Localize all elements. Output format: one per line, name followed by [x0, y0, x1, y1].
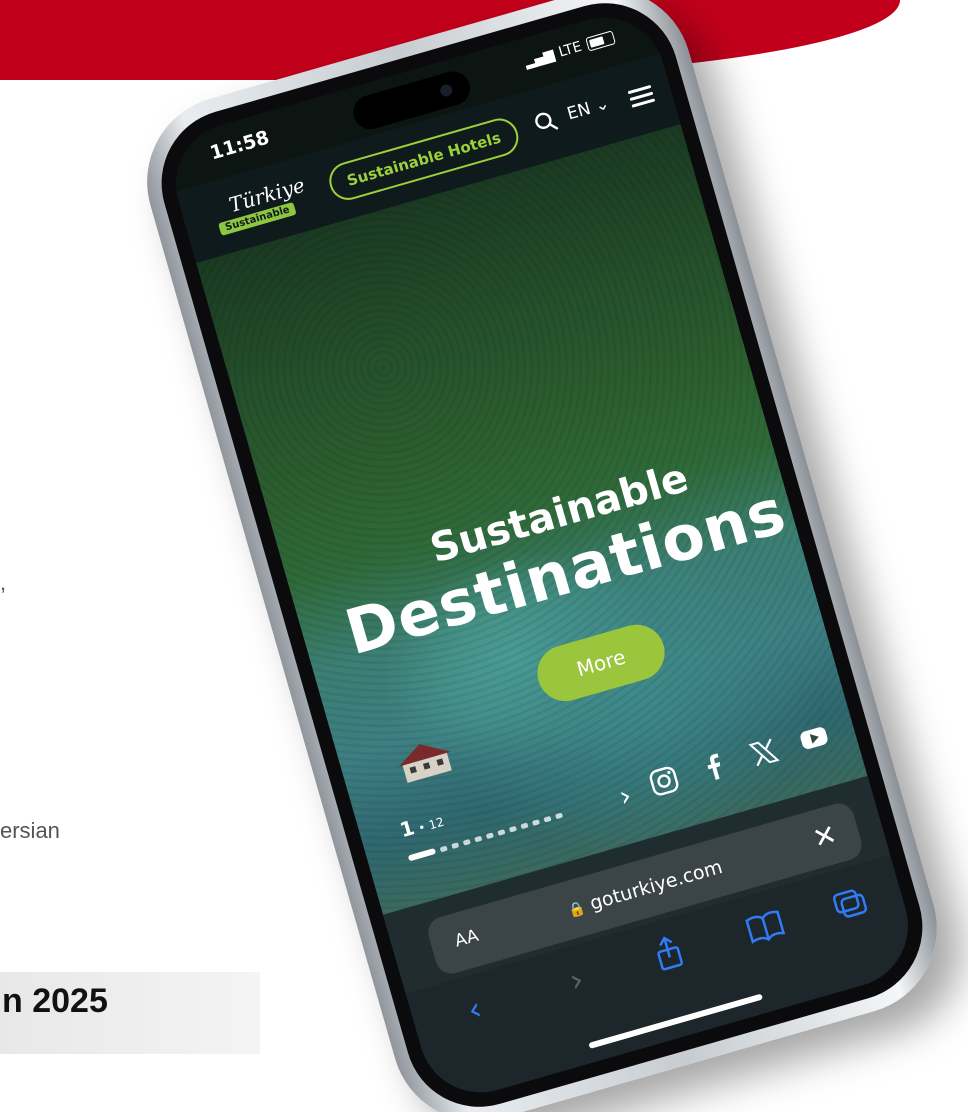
progress-dot[interactable]	[554, 812, 563, 819]
progress-dot[interactable]	[508, 825, 517, 833]
pager-total: • 12	[416, 814, 446, 836]
camera-dot	[438, 82, 454, 98]
progress-dot[interactable]	[543, 815, 552, 823]
x-icon[interactable]	[745, 734, 782, 771]
side-text-fragment-comma: ,	[0, 570, 7, 595]
language-selector[interactable]: EN ⌄	[565, 93, 612, 124]
progress-dot[interactable]	[485, 831, 494, 839]
progress-dot[interactable]	[520, 821, 529, 829]
battery-icon	[585, 30, 616, 52]
progress-dot[interactable]	[497, 828, 506, 836]
side-text-fragment-persian: ersian	[0, 818, 60, 843]
lock-icon: 🔒	[566, 900, 588, 921]
carousel-pager: 1• 12	[397, 807, 446, 843]
progress-dot[interactable]	[531, 818, 540, 826]
forward-icon[interactable]: ›	[552, 955, 601, 1004]
hamburger-menu-icon[interactable]	[627, 83, 656, 109]
more-button[interactable]: More	[530, 618, 672, 708]
back-icon[interactable]: ‹	[450, 984, 499, 1033]
bookmarks-icon[interactable]	[740, 901, 789, 950]
progress-dot[interactable]	[462, 838, 471, 846]
signal-icon: ▂▄▆	[522, 46, 556, 71]
progress-dot[interactable]	[474, 835, 483, 842]
pager-current: 1	[397, 815, 418, 843]
lakeside-house-image	[398, 744, 452, 783]
youtube-icon[interactable]	[795, 720, 832, 757]
url-text: goturkiye.com	[587, 855, 725, 915]
tabs-icon[interactable]	[825, 877, 874, 926]
share-icon[interactable]	[644, 929, 693, 978]
instagram-icon[interactable]	[646, 763, 683, 800]
status-time: 11:58	[207, 126, 272, 165]
progress-dot[interactable]	[451, 841, 460, 849]
status-indicators: ▂▄▆ LTE	[523, 29, 616, 70]
facebook-icon[interactable]	[695, 748, 732, 785]
slide-canvas: , ersian n 2025 11:58 ▂▄▆ LTE Türkiye Su	[0, 0, 968, 1112]
carrier-label: LTE	[556, 38, 584, 61]
search-icon[interactable]	[530, 106, 562, 138]
carousel-next-icon[interactable]: ›	[615, 778, 635, 813]
year-heading: n 2025	[2, 982, 108, 1020]
progress-dot-active[interactable]	[407, 847, 437, 862]
phone-mockup: 11:58 ▂▄▆ LTE Türkiye Sustainable Sustai…	[126, 0, 958, 1112]
progress-dot[interactable]	[439, 845, 448, 852]
